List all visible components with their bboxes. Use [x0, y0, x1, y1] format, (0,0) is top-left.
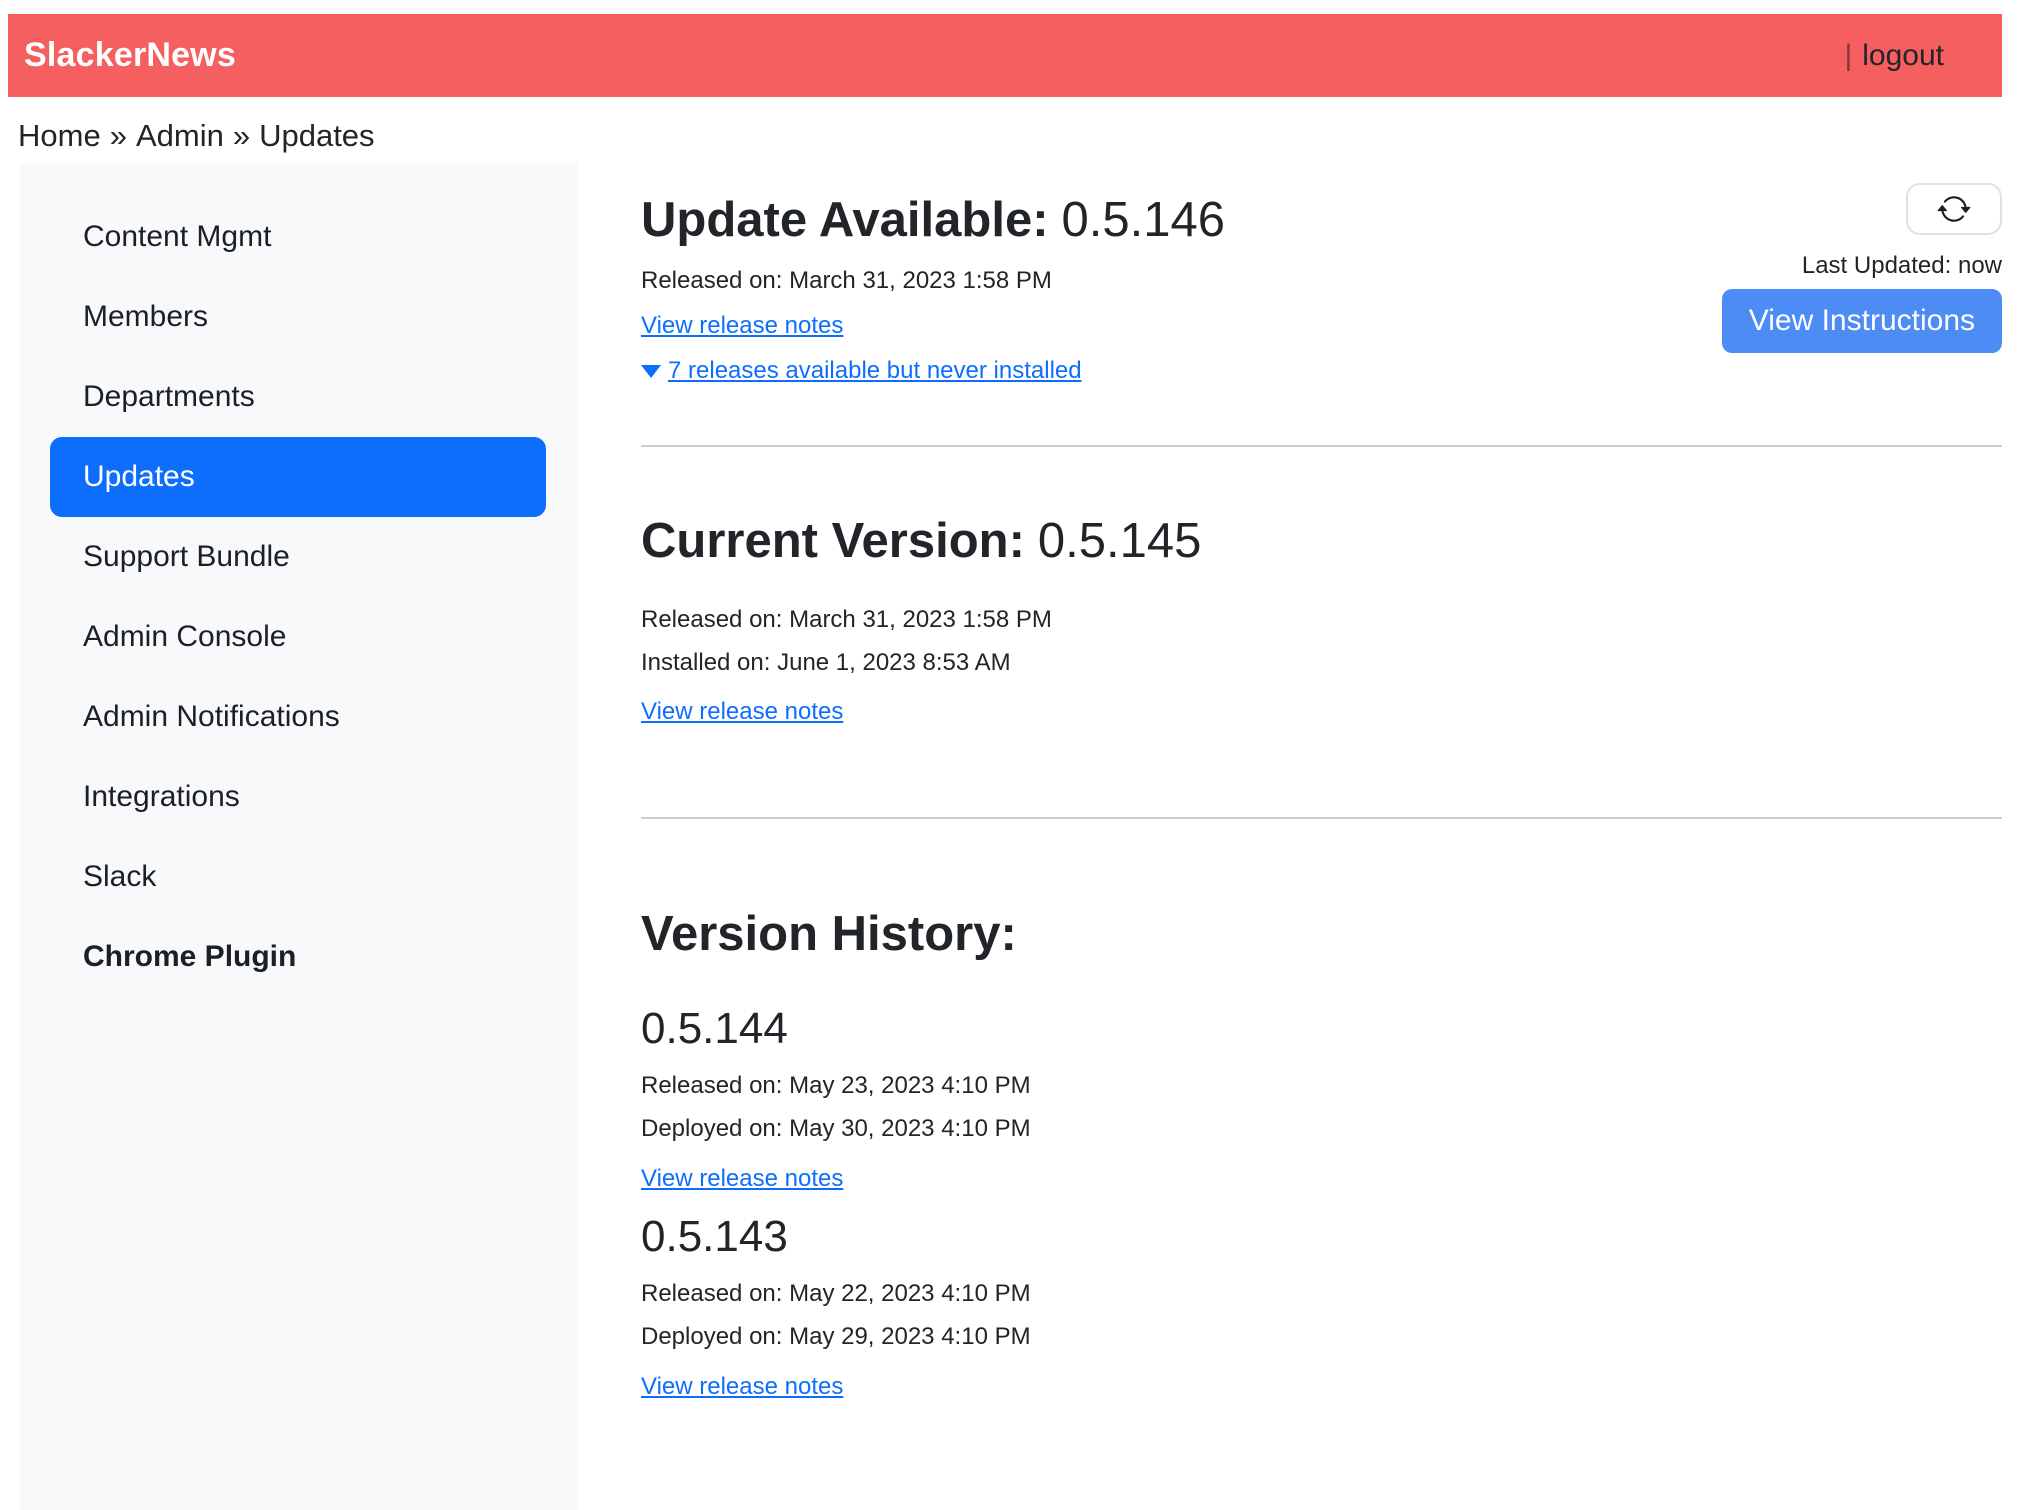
history-version-number: 0.5.143: [641, 1210, 2002, 1263]
sidebar-item-admin-console[interactable]: Admin Console: [50, 597, 546, 677]
sidebar-item-content-mgmt[interactable]: Content Mgmt: [50, 197, 546, 277]
sidebar-item-departments[interactable]: Departments: [50, 357, 546, 437]
update-available-section: Update Available:0.5.146 Released on: Ma…: [641, 163, 2002, 388]
history-release-notes-link[interactable]: View release notes: [641, 1161, 843, 1196]
releases-toggle[interactable]: 7 releases available but never installed: [641, 353, 1082, 388]
breadcrumb-updates: Updates: [259, 118, 374, 153]
admin-sidebar: Content Mgmt Members Departments Updates…: [20, 163, 578, 1510]
breadcrumb-home[interactable]: Home: [18, 118, 101, 153]
current-version-heading: Current Version:0.5.145: [641, 511, 2002, 571]
sidebar-item-updates[interactable]: Updates: [50, 437, 546, 517]
current-version-section: Current Version:0.5.145 Released on: Mar…: [641, 511, 2002, 729]
update-available-label: Update Available:: [641, 193, 1049, 247]
divider: [641, 817, 2002, 819]
current-released-on: Released on: March 31, 2023 1:58 PM: [641, 602, 2002, 637]
history-version-number: 0.5.144: [641, 1002, 2002, 1055]
update-actions: Last Updated: now View Instructions: [1692, 163, 2002, 353]
breadcrumb-separator: »: [110, 118, 127, 153]
current-version-number: 0.5.145: [1038, 514, 1202, 568]
releases-toggle-link[interactable]: 7 releases available but never installed: [668, 353, 1082, 388]
logout-separator: |: [1844, 39, 1852, 73]
view-instructions-button[interactable]: View Instructions: [1722, 289, 2002, 353]
logout-area: | logout: [1844, 39, 1944, 73]
history-released-on: Released on: May 23, 2023 4:10 PM: [641, 1068, 2002, 1103]
history-released-on: Released on: May 22, 2023 4:10 PM: [641, 1276, 2002, 1311]
main-content: Update Available:0.5.146 Released on: Ma…: [641, 163, 2002, 1404]
history-deployed-on: Deployed on: May 29, 2023 4:10 PM: [641, 1319, 2002, 1354]
breadcrumb: Home » Admin » Updates: [18, 116, 375, 156]
version-history-entry: 0.5.143 Released on: May 22, 2023 4:10 P…: [641, 1210, 2002, 1404]
update-release-notes-link[interactable]: View release notes: [641, 308, 843, 343]
arrow-repeat-icon: [1937, 192, 1971, 226]
logout-link[interactable]: logout: [1862, 39, 1944, 73]
current-installed-on: Installed on: June 1, 2023 8:53 AM: [641, 645, 2002, 680]
divider: [641, 445, 2002, 447]
update-available-heading: Update Available:0.5.146: [641, 190, 1692, 250]
history-release-notes-link[interactable]: View release notes: [641, 1369, 843, 1404]
current-release-notes-link[interactable]: View release notes: [641, 694, 843, 729]
sidebar-item-chrome-plugin[interactable]: Chrome Plugin: [50, 917, 546, 997]
update-released-on: Released on: March 31, 2023 1:58 PM: [641, 263, 1692, 298]
refresh-button[interactable]: [1906, 183, 2002, 235]
version-history-section: Version History: 0.5.144 Released on: Ma…: [641, 904, 2002, 1404]
breadcrumb-admin[interactable]: Admin: [136, 118, 224, 153]
app-title[interactable]: SlackerNews: [24, 36, 236, 75]
current-version-label: Current Version:: [641, 514, 1025, 568]
sidebar-item-support-bundle[interactable]: Support Bundle: [50, 517, 546, 597]
sidebar-item-members[interactable]: Members: [50, 277, 546, 357]
version-history-label: Version History:: [641, 907, 1017, 961]
caret-down-icon: [641, 365, 661, 378]
sidebar-item-admin-notifications[interactable]: Admin Notifications: [50, 677, 546, 757]
version-history-heading: Version History:: [641, 904, 2002, 964]
update-available-version: 0.5.146: [1062, 193, 1226, 247]
last-updated-text: Last Updated: now: [1802, 251, 2002, 281]
update-available-info: Update Available:0.5.146 Released on: Ma…: [641, 163, 1692, 388]
breadcrumb-separator: »: [233, 118, 250, 153]
top-bar: SlackerNews | logout: [8, 14, 2002, 97]
sidebar-item-integrations[interactable]: Integrations: [50, 757, 546, 837]
version-history-entry: 0.5.144 Released on: May 23, 2023 4:10 P…: [641, 1002, 2002, 1196]
history-deployed-on: Deployed on: May 30, 2023 4:10 PM: [641, 1111, 2002, 1146]
sidebar-item-slack[interactable]: Slack: [50, 837, 546, 917]
